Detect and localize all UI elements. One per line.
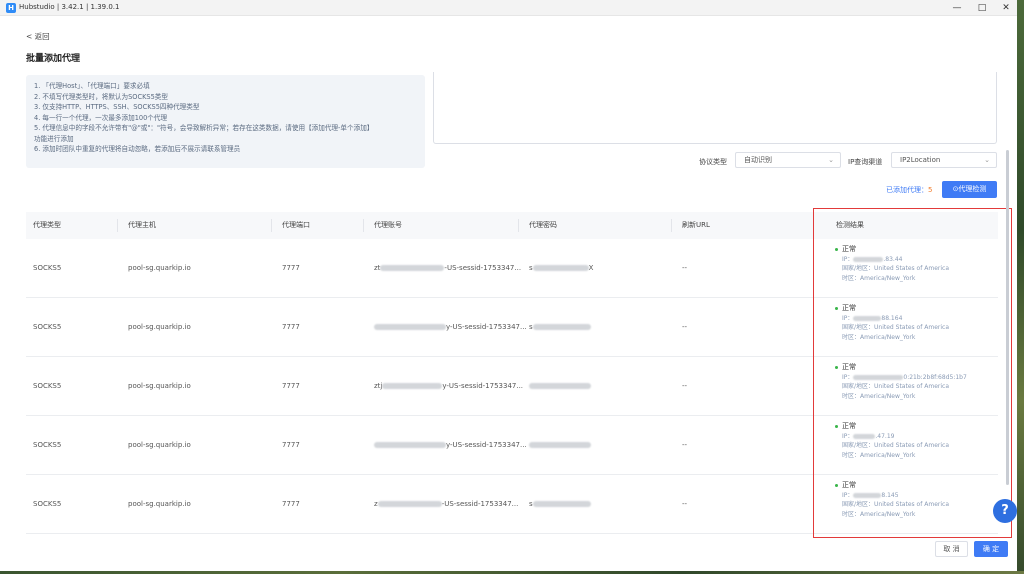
cell-account: y-US-sessid-1753347... (374, 416, 527, 475)
account-prefix: ztj (374, 382, 383, 390)
column-divider (363, 219, 364, 232)
cell-host: pool-sg.quarkip.io (128, 323, 191, 331)
instruction-line: 2. 不填写代理类型时，将默认为SOCKS5类型 (34, 92, 168, 101)
vertical-scrollbar[interactable] (1006, 150, 1009, 485)
instruction-line: 4. 每一行一个代理，一次最多添加100个代理 (34, 113, 168, 122)
instruction-line: 功能进行添加 (34, 134, 74, 143)
app-window: H Hubstudio | 3.42.1 | 1.39.0.1 — □ ✕ < … (0, 0, 1017, 571)
result-highlight-box (813, 208, 1012, 538)
back-link[interactable]: < 返回 (26, 31, 50, 42)
masked-text (532, 501, 591, 507)
cell-port: 7777 (282, 323, 300, 331)
password-suffix: X (588, 264, 594, 272)
column-header-refresh-url: 刷新URL (682, 221, 710, 229)
cell-refresh-url: -- (682, 500, 688, 508)
close-icon[interactable]: ✕ (999, 2, 1013, 14)
cell-type: SOCKS5 (33, 500, 62, 508)
added-proxy-label: 已添加代理： (886, 186, 928, 194)
masked-text (532, 324, 591, 330)
masked-text (529, 383, 591, 389)
column-header-port: 代理端口 (282, 221, 310, 229)
cell-host: pool-sg.quarkip.io (128, 500, 191, 508)
cell-refresh-url: -- (682, 441, 688, 449)
column-header-account: 代理账号 (374, 221, 402, 229)
masked-text (529, 442, 591, 448)
cell-port: 7777 (282, 382, 300, 390)
cell-password: s (529, 298, 591, 357)
proxy-detect-button[interactable]: ⊙代理检测 (942, 181, 997, 198)
cancel-button[interactable]: 取 消 (935, 541, 968, 557)
ip-channel-label: IP查询渠道 (848, 158, 883, 166)
cell-account: y-US-sessid-1753347... (374, 298, 527, 357)
cell-account: z -US-sessid-1753347... (374, 475, 518, 534)
added-proxy-count: 已添加代理：5 (886, 185, 932, 195)
masked-text (374, 324, 446, 330)
cell-type: SOCKS5 (33, 382, 62, 390)
cell-port: 7777 (282, 441, 300, 449)
added-proxy-number: 5 (928, 186, 933, 194)
column-header-host: 代理主机 (128, 221, 156, 229)
confirm-button[interactable]: 确 定 (974, 541, 1008, 557)
column-divider (518, 219, 519, 232)
column-header-password: 代理密码 (529, 221, 557, 229)
desktop-background (1017, 0, 1024, 574)
cell-host: pool-sg.quarkip.io (128, 441, 191, 449)
cell-refresh-url: -- (682, 323, 688, 331)
instruction-line: 5. 代理信息中的字段不允许带有"@"或"："符号，会导致解析异常；若存在这类数… (34, 124, 374, 132)
column-divider (117, 219, 118, 232)
cell-refresh-url: -- (682, 264, 688, 272)
instructions-panel: 1. 「代理Host」、「代理端口」要求必填 2. 不填写代理类型时，将默认为S… (26, 75, 425, 168)
cell-password: sX (529, 239, 593, 298)
masked-text (382, 383, 443, 389)
chevron-down-icon: ⌄ (828, 156, 834, 164)
masked-text (532, 265, 589, 271)
account-suffix: -US-sessid-1753347... (441, 500, 519, 508)
app-logo-icon: H (6, 3, 16, 13)
account-suffix: y-US-sessid-1753347... (446, 323, 527, 331)
protocol-type-select[interactable]: 自动识别 ⌄ (735, 152, 841, 168)
instruction-line: 1. 「代理Host」、「代理端口」要求必填 (34, 82, 150, 90)
column-divider (671, 219, 672, 232)
protocol-type-label: 协议类型 (699, 158, 727, 166)
title-bar: H Hubstudio | 3.42.1 | 1.39.0.1 — □ ✕ (0, 0, 1017, 16)
instruction-line: 3. 仅支持HTTP、HTTPS、SSH、SOCKS5四种代理类型 (34, 103, 200, 111)
cell-account: zt -US-sessid-1753347... (374, 239, 521, 298)
account-suffix: -US-sessid-1753347... (444, 264, 522, 272)
chevron-down-icon: ⌄ (984, 156, 990, 164)
cell-type: SOCKS5 (33, 264, 62, 272)
cell-password (529, 416, 591, 475)
maximize-icon[interactable]: □ (975, 2, 989, 14)
ip-channel-select[interactable]: IP2Location ⌄ (891, 152, 997, 168)
account-suffix: y-US-sessid-1753347... (442, 382, 524, 390)
help-icon[interactable]: ? (993, 499, 1017, 523)
cell-password (529, 357, 591, 416)
instruction-line: 6. 添加时团队中重复的代理将自动忽略，若添加后不展示请联系管理员 (34, 145, 241, 153)
cell-type: SOCKS5 (33, 441, 62, 449)
minimize-icon[interactable]: — (950, 2, 964, 14)
cell-port: 7777 (282, 264, 300, 272)
proxy-input-textarea[interactable] (433, 72, 997, 144)
window-title: Hubstudio | 3.42.1 | 1.39.0.1 (19, 3, 120, 11)
cell-account: ztj y-US-sessid-1753347... (374, 357, 523, 416)
ip-channel-value: IP2Location (900, 156, 941, 164)
account-suffix: y-US-sessid-1753347... (446, 441, 527, 449)
masked-text (380, 265, 445, 271)
cell-password: s (529, 475, 591, 534)
column-divider (271, 219, 272, 232)
cell-refresh-url: -- (682, 382, 688, 390)
cell-type: SOCKS5 (33, 323, 62, 331)
masked-text (374, 442, 446, 448)
protocol-type-value: 自动识别 (744, 156, 772, 164)
page-title: 批量添加代理 (26, 54, 81, 64)
cell-port: 7777 (282, 500, 300, 508)
cell-host: pool-sg.quarkip.io (128, 264, 191, 272)
cell-host: pool-sg.quarkip.io (128, 382, 191, 390)
column-header-type: 代理类型 (33, 221, 61, 229)
masked-text (377, 501, 442, 507)
